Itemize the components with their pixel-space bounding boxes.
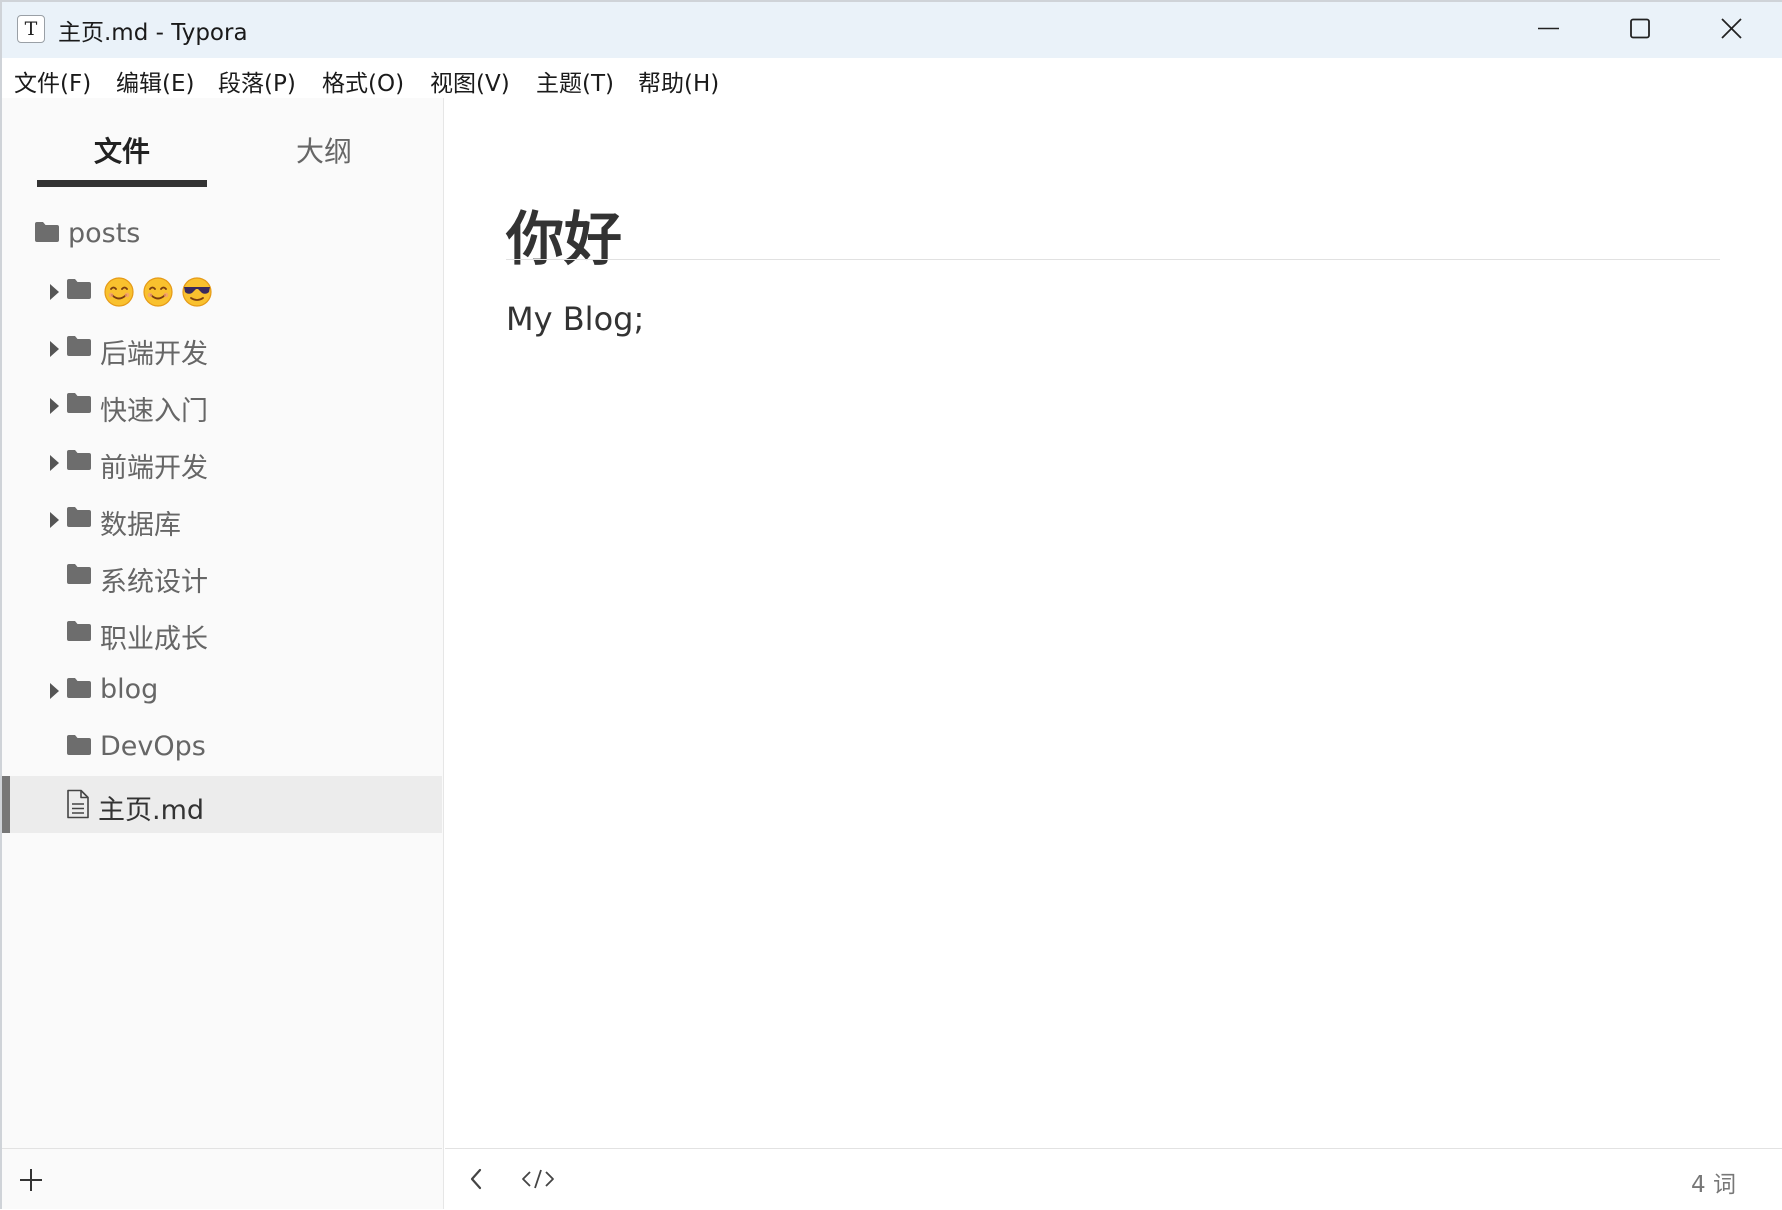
tree-label: 系统设计 — [100, 567, 208, 598]
menu-format[interactable]: 格式(O) — [322, 64, 404, 98]
tree-label: 职业成长 — [100, 624, 208, 655]
maximize-button[interactable] — [1594, 0, 1686, 58]
folder-icon — [67, 336, 91, 356]
menu-help[interactable]: 帮助(H) — [638, 64, 719, 98]
document-paragraph[interactable]: My Blog; — [506, 300, 644, 338]
folder-icon — [67, 735, 91, 755]
tab-files[interactable]: 文件 — [94, 130, 150, 170]
title-bar[interactable]: T 主页.md - Typora — [0, 0, 1782, 58]
window-title: 主页.md - Typora — [58, 20, 248, 46]
menu-view[interactable]: 视图(V) — [430, 64, 510, 98]
typora-app-icon[interactable]: T — [17, 15, 45, 43]
word-count[interactable]: 4 词 — [1691, 1165, 1736, 1199]
folder-icon — [67, 564, 91, 584]
expand-caret-icon[interactable] — [50, 284, 59, 300]
tree-label: 主页.md — [98, 795, 205, 826]
folder-icon — [67, 678, 91, 698]
add-file-icon[interactable] — [18, 1167, 44, 1193]
menu-theme[interactable]: 主题(T) — [536, 64, 614, 98]
tree-label: posts — [68, 218, 141, 249]
markdown-file-icon — [67, 789, 89, 819]
active-tab-indicator — [37, 180, 207, 187]
tree-item-database[interactable]: 数据库 — [2, 491, 442, 548]
tree-label: 快速入门 — [100, 396, 208, 427]
tree-item-emoji-folder[interactable]: 😊😊😎 — [2, 263, 442, 320]
menu-file[interactable]: 文件(F) — [14, 64, 91, 98]
toggle-sidebar-chevron-left-icon[interactable] — [465, 1167, 489, 1191]
tree-item-frontend[interactable]: 前端开发 — [2, 434, 442, 491]
minimize-button[interactable] — [1504, 0, 1596, 58]
maximize-icon — [1630, 18, 1650, 39]
close-button[interactable] — [1686, 0, 1778, 58]
folder-icon — [67, 450, 91, 470]
tree-item-devops[interactable]: DevOps — [2, 719, 442, 776]
tree-label: blog — [100, 674, 159, 705]
expand-caret-icon[interactable] — [50, 341, 59, 357]
expand-caret-icon[interactable] — [50, 398, 59, 414]
folder-icon — [67, 507, 91, 527]
typora-window: T 主页.md - Typora 文件(F) 编辑(E) 段落(P) 格式(O)… — [0, 0, 1782, 1209]
tree-item-blog[interactable]: blog — [2, 662, 442, 719]
tree-item-homepage-md[interactable]: 主页.md — [2, 776, 442, 833]
emoji-label-icon — [104, 277, 212, 307]
source-code-mode-icon[interactable] — [521, 1167, 555, 1191]
minimize-icon — [1538, 27, 1559, 30]
folder-icon — [35, 222, 59, 242]
tree-label: 前端开发 — [100, 453, 208, 484]
tree-root-posts[interactable]: posts — [2, 206, 442, 263]
expand-caret-icon[interactable] — [50, 455, 59, 471]
document-heading[interactable]: 你好 — [506, 192, 622, 276]
active-file-indicator — [2, 776, 10, 833]
sidebar: 文件 大纲 posts 后端开发 快速入门 前端开发 数据库 系统设计 职业成长… — [2, 98, 444, 1209]
heading-divider — [506, 259, 1720, 260]
tree-item-career[interactable]: 职业成长 — [2, 605, 442, 662]
menu-paragraph[interactable]: 段落(P) — [218, 64, 296, 98]
tree-item-quickstart[interactable]: 快速入门 — [2, 377, 442, 434]
editor-area[interactable]: 你好 My Blog; — [445, 98, 1782, 1148]
menu-bar: 文件(F) 编辑(E) 段落(P) 格式(O) 视图(V) 主题(T) 帮助(H… — [0, 58, 1782, 100]
folder-icon — [67, 279, 91, 299]
expand-caret-icon[interactable] — [50, 512, 59, 528]
tab-outline[interactable]: 大纲 — [296, 130, 352, 170]
tree-label: DevOps — [100, 731, 206, 762]
close-icon — [1721, 18, 1742, 39]
tree-item-backend[interactable]: 后端开发 — [2, 320, 442, 377]
folder-icon — [67, 393, 91, 413]
folder-icon — [67, 621, 91, 641]
tree-label: 后端开发 — [100, 339, 208, 370]
tree-item-system-design[interactable]: 系统设计 — [2, 548, 442, 605]
tree-label: 数据库 — [100, 510, 181, 541]
sidebar-footer — [2, 1148, 442, 1210]
expand-caret-icon[interactable] — [50, 683, 59, 699]
status-bar: 4 词 — [445, 1148, 1782, 1209]
menu-edit[interactable]: 编辑(E) — [116, 64, 194, 98]
